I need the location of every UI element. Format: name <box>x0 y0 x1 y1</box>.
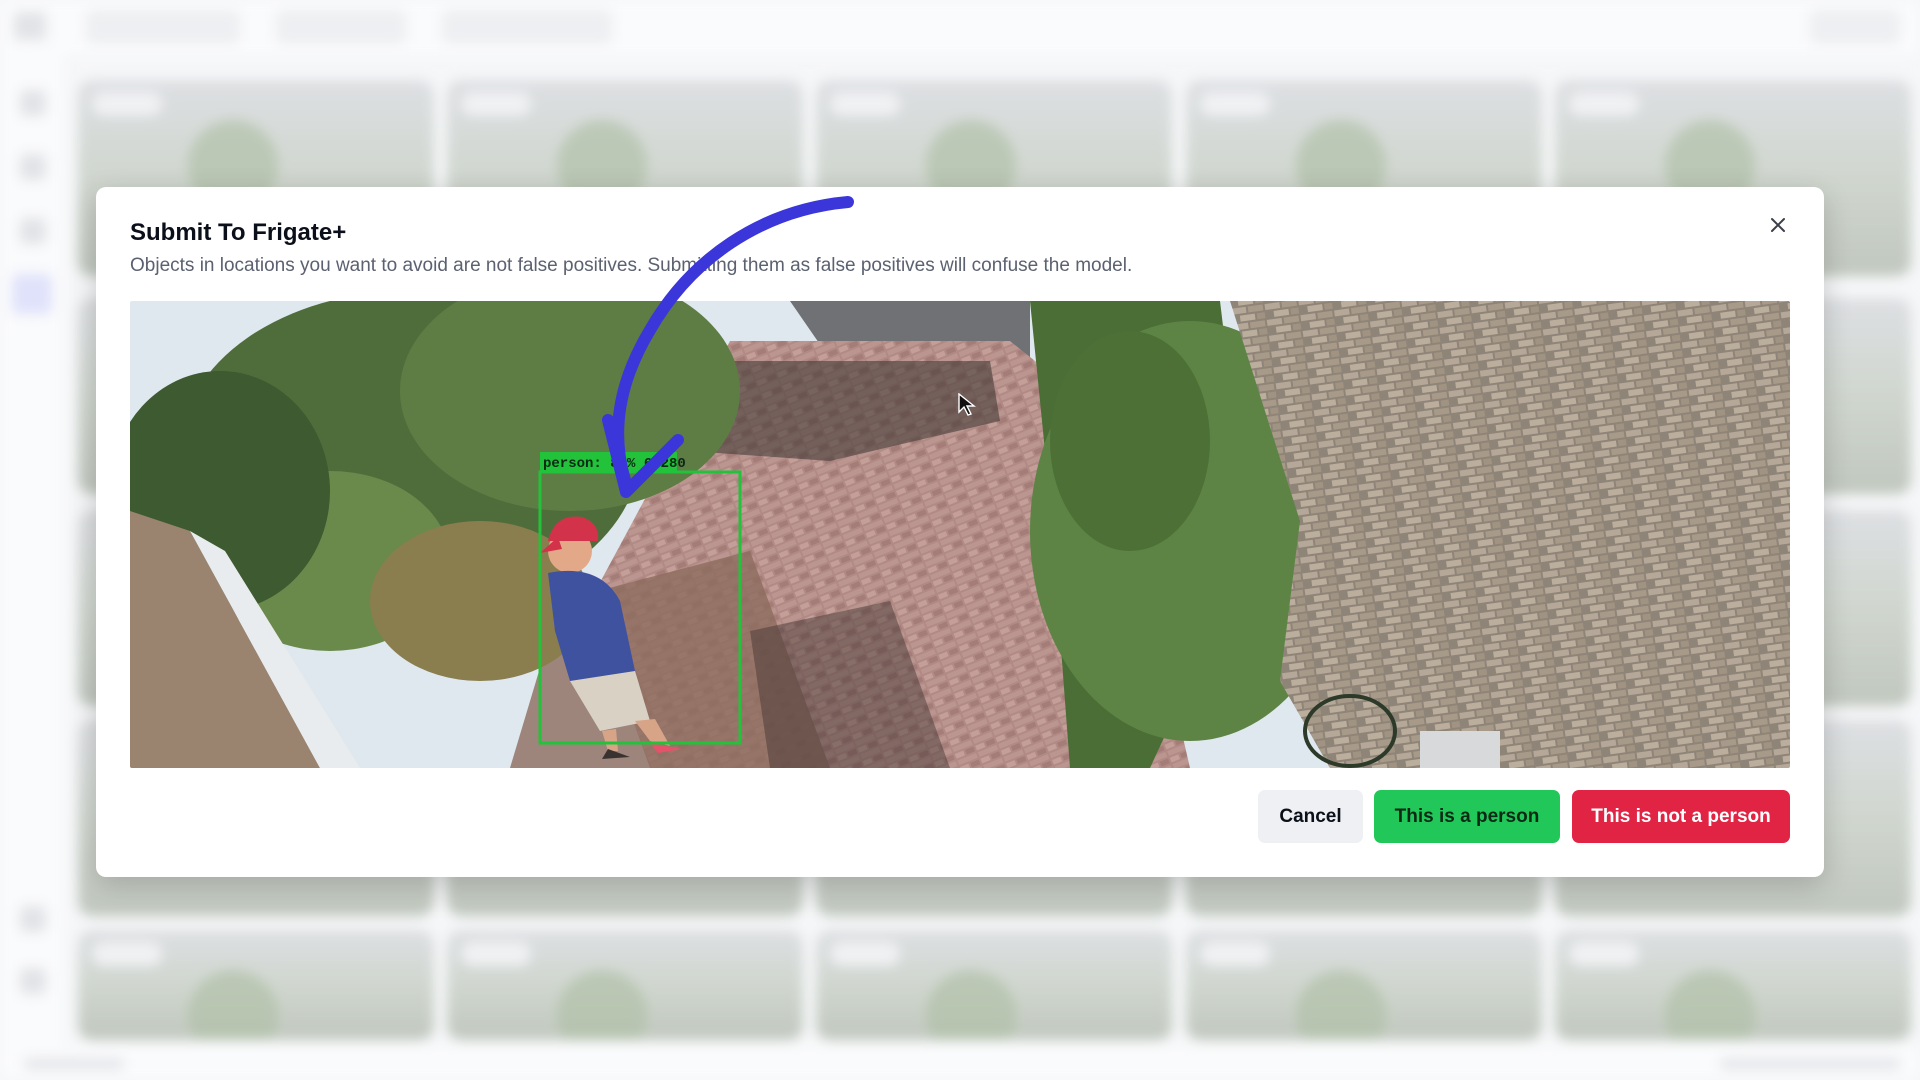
snapshot-image: person: 82% 67280 <box>130 301 1790 768</box>
close-button[interactable] <box>1762 209 1794 241</box>
submit-dialog: Submit To Frigate+ Objects in locations … <box>96 187 1824 877</box>
dialog-title: Submit To Frigate+ <box>130 219 347 246</box>
dialog-description: Objects in locations you want to avoid a… <box>130 255 1133 276</box>
confirm-person-button[interactable]: This is a person <box>1374 790 1560 843</box>
mouse-cursor-icon <box>958 393 976 416</box>
camera-snapshot: person: 82% 67280 <box>130 301 1790 768</box>
close-icon <box>1771 218 1785 232</box>
reject-person-button[interactable]: This is not a person <box>1572 790 1790 843</box>
cancel-button[interactable]: Cancel <box>1258 790 1363 843</box>
detection-label: person: 82% 67280 <box>543 456 686 472</box>
